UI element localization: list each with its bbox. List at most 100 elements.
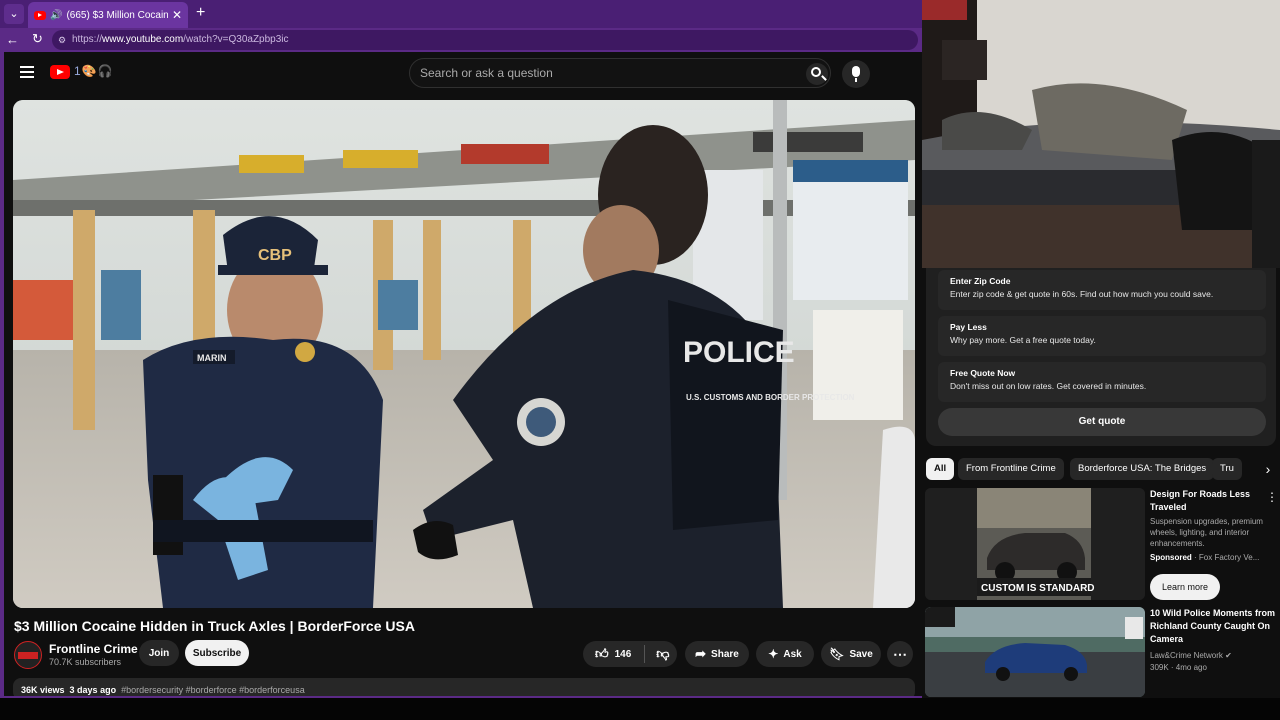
ad-row-text: Don't miss out on low rates. Get covered… (950, 381, 1147, 391)
rec-meta: 309K · 4mo ago (1150, 663, 1207, 672)
share-label: Share (711, 648, 739, 660)
new-tab-button[interactable]: + (196, 4, 205, 22)
dislike-button[interactable]: 👎︎ (656, 646, 669, 662)
search-button[interactable] (806, 63, 828, 85)
ad-row-heading: Free Quote Now (950, 368, 1016, 378)
tab-youtube[interactable]: 🔊 (665) $3 Million Cocaine Hidden in Tru… (28, 2, 188, 28)
police-thumbnail-image (925, 607, 1145, 697)
ask-label: Ask (783, 648, 802, 660)
filter-chips: All From Frontline Crime Borderforce USA… (926, 458, 1280, 480)
channel-avatar[interactable] (14, 641, 42, 669)
youtube-favicon-icon (34, 10, 46, 20)
thumbs-up-icon: 👍︎ (595, 646, 609, 661)
webcam-image (922, 0, 1280, 268)
ad-row-heading: Enter Zip Code (950, 276, 1011, 286)
channel-name[interactable]: Frontline Crime (49, 642, 138, 656)
voice-search-button[interactable] (842, 60, 870, 88)
search-input[interactable]: Search or ask a question (420, 66, 553, 80)
url-path: /watch?v=Q30aZpbp3ic (183, 34, 289, 45)
more-horizontal-icon: ⋯ (893, 645, 907, 662)
cap-text: CBP (258, 247, 292, 264)
like-button[interactable]: 👍︎ 146 (595, 646, 631, 662)
learn-more-button[interactable]: Learn more (1150, 574, 1220, 600)
rec-channel-name: Law&Crime Network (1150, 651, 1223, 660)
like-count: 146 (614, 648, 632, 660)
get-quote-button[interactable]: Get quote (938, 408, 1266, 436)
ad-row-heading: Pay Less (950, 322, 987, 332)
upload-age: 3 days ago (69, 685, 117, 695)
share-button[interactable]: ➦ Share (685, 641, 749, 667)
hamburger-menu-icon[interactable] (20, 66, 34, 78)
tab-title: (665) $3 Million Cocaine Hidden in Truck… (66, 9, 168, 21)
url-prefix: https:// (72, 34, 103, 45)
view-count: 36K views (21, 685, 65, 695)
join-button[interactable]: Join (139, 640, 179, 666)
secondary-column: Enter Zip Code Enter zip code & get quot… (922, 268, 1280, 698)
hashtags[interactable]: #bordersecurity #borderforce #borderforc… (121, 685, 305, 695)
browser-window: ⌄ 🔊 (665) $3 Million Cocaine Hidden in T… (0, 0, 922, 698)
thumbnail-caption: CUSTOM IS STANDARD (981, 583, 1095, 594)
more-actions-button[interactable]: ⋯ (887, 641, 913, 667)
youtube-page: 1🎨🎧 Search or ask a question CBP MARIN P… (4, 52, 922, 696)
save-label: Save (849, 648, 873, 660)
video-frame: CBP MARIN POLICE U.S. CUSTOMS AND BORDER… (13, 100, 915, 608)
tab-strip: ⌄ 🔊 (665) $3 Million Cocaine Hidden in T… (0, 0, 922, 28)
search-icon (811, 67, 821, 77)
sponsored-thumbnail-image: CUSTOM IS STANDARD (925, 488, 1145, 600)
rec-title[interactable]: 10 Wild Police Moments from Richland Cou… (1150, 607, 1278, 646)
video-player[interactable]: CBP MARIN POLICE U.S. CUSTOMS AND BORDER… (13, 100, 915, 608)
site-info-icon[interactable]: ⚙ (58, 30, 66, 50)
back-arrow-icon[interactable]: ← (6, 32, 19, 47)
subscriber-count: 70.7K subscribers (49, 657, 122, 667)
search-box[interactable]: Search or ask a question (409, 58, 831, 88)
ad-row-text: Why pay more. Get a free quote today. (950, 335, 1096, 345)
rec-thumbnail-police[interactable] (925, 607, 1145, 697)
taskbar-strip (0, 698, 1280, 720)
sparkle-icon: ✦ (768, 647, 779, 661)
doodle-logo-text[interactable]: 1🎨🎧 (74, 64, 114, 78)
save-button[interactable]: 🔖︎ Save (821, 641, 881, 667)
subscribe-button[interactable]: Subscribe (185, 640, 249, 666)
vest-text: POLICE (683, 336, 795, 369)
bookmark-icon: 🔖︎ (829, 647, 845, 661)
url-host: www.youtube.com (102, 34, 184, 45)
rec-thumbnail-sponsored[interactable]: CUSTOM IS STANDARD (925, 488, 1145, 600)
chip-truncated[interactable]: Tru (1212, 458, 1242, 480)
ask-button[interactable]: ✦ Ask (756, 641, 814, 667)
chip-all[interactable]: All (926, 458, 955, 480)
address-bar-row: ← ↻ ⚙ https://www.youtube.com/watch?v=Q3… (0, 28, 922, 52)
reload-icon[interactable]: ↻ (32, 31, 43, 47)
rec-title[interactable]: Design For Roads Less Traveled (1150, 488, 1278, 514)
sponsored-label: Sponsored (1150, 553, 1192, 562)
tab-list-dropdown[interactable]: ⌄ (4, 4, 24, 24)
tab-close-button[interactable]: ✕ (172, 8, 182, 22)
ad-panel: Enter Zip Code Enter zip code & get quot… (926, 268, 1276, 446)
chip-from-channel[interactable]: From Frontline Crime (958, 458, 1064, 480)
like-dislike-group: 👍︎ 146 👎︎ (583, 641, 677, 667)
microphone-icon (852, 66, 860, 82)
advertiser-name: · Fox Factory Ve... (1194, 553, 1260, 562)
audio-playing-icon[interactable]: 🔊 (50, 10, 62, 21)
rec-channel[interactable]: Law&Crime Network ✔ (1150, 650, 1278, 661)
chip-playlist[interactable]: Borderforce USA: The Bridges (1070, 458, 1215, 480)
rec-sponsor-line: Sponsored · Fox Factory Ve... (1150, 552, 1278, 563)
share-icon: ➦ (695, 646, 707, 661)
divider (644, 645, 646, 663)
url-field[interactable]: ⚙ https://www.youtube.com/watch?v=Q30aZp… (52, 30, 918, 50)
webcam-overlay (922, 0, 1280, 268)
ad-row-text: Enter zip code & get quote in 60s. Find … (950, 289, 1214, 299)
ad-row-free-quote[interactable]: Free Quote Now Don't miss out on low rat… (938, 362, 1266, 402)
ad-row-pay-less[interactable]: Pay Less Why pay more. Get a free quote … (938, 316, 1266, 356)
video-title: $3 Million Cocaine Hidden in Truck Axles… (14, 618, 415, 634)
chevron-right-icon[interactable]: › (1256, 458, 1280, 480)
youtube-logo-icon[interactable] (50, 65, 70, 79)
ad-row-zip[interactable]: Enter Zip Code Enter zip code & get quot… (938, 270, 1266, 310)
verified-check-icon: ✔ (1225, 651, 1232, 660)
vest-subtext: U.S. CUSTOMS AND BORDER PROTECTION (686, 393, 855, 402)
name-tag-text: MARIN (197, 353, 227, 363)
thumbs-down-icon: 👎︎ (656, 646, 670, 661)
more-vertical-icon[interactable]: ⋮ (1266, 490, 1278, 504)
rec-description: Suspension upgrades, premium wheels, lig… (1150, 517, 1263, 548)
description-box[interactable]: 36K views 3 days ago #bordersecurity #bo… (13, 678, 915, 696)
screen: ⌄ 🔊 (665) $3 Million Cocaine Hidden in T… (0, 0, 1280, 720)
